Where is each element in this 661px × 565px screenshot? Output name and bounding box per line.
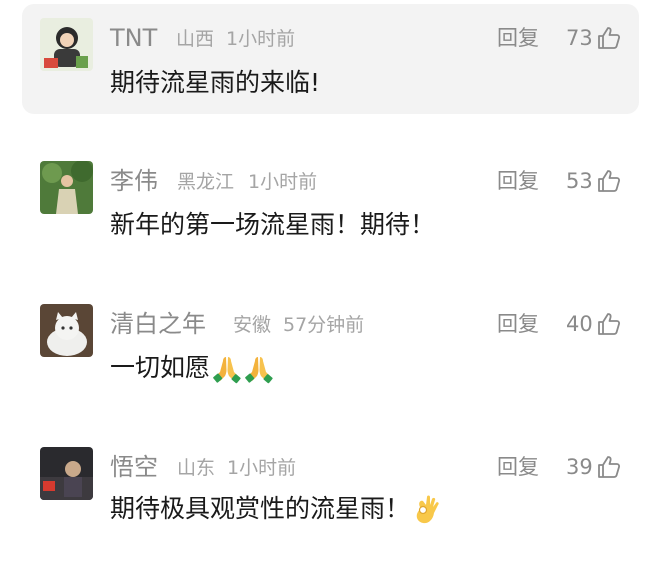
- comment-text-content: 期待极具观赏性的流星雨！: [110, 494, 411, 523]
- comment-location: 山东: [177, 457, 216, 479]
- thumbs-up-icon[interactable]: [596, 25, 622, 51]
- avatar[interactable]: [40, 447, 93, 500]
- avatar[interactable]: [40, 304, 93, 357]
- comment-time: 1小时前: [226, 28, 296, 50]
- comment-text-content: 一切如愿: [110, 353, 211, 382]
- comment-text: 一切如愿: [110, 352, 274, 384]
- comment-location: 山西: [176, 28, 215, 50]
- comment-location: 黑龙江: [177, 171, 235, 193]
- praying-hands-icon: [245, 357, 273, 384]
- praying-hands-icon: [213, 357, 241, 384]
- commenter-name[interactable]: 李伟: [110, 167, 158, 195]
- commenter-name[interactable]: 清白之年: [110, 310, 206, 338]
- comment-item[interactable]: TNT 山西 1小时前 回复 73 期待流星雨的来临!: [0, 0, 661, 130]
- ok-hand-icon: [416, 495, 439, 524]
- comment-location: 安徽: [233, 314, 272, 336]
- comment-item[interactable]: 李伟 黑龙江 1小时前 回复 53 新年的第一场流星雨！期待！: [0, 143, 661, 273]
- reply-button[interactable]: 回复: [497, 167, 539, 195]
- comment-time: 57分钟前: [283, 314, 365, 336]
- comment-text: 新年的第一场流星雨！期待！: [110, 210, 436, 239]
- comment-time: 1小时前: [227, 457, 297, 479]
- thumbs-up-icon[interactable]: [596, 454, 622, 480]
- avatar[interactable]: [40, 18, 93, 71]
- avatar[interactable]: [40, 161, 93, 214]
- comment-item[interactable]: 悟空 山东 1小时前 回复 39 期待极具观赏性的流星雨！: [0, 429, 661, 559]
- reply-button[interactable]: 回复: [497, 24, 539, 52]
- thumbs-up-icon[interactable]: [596, 168, 622, 194]
- commenter-name[interactable]: 悟空: [110, 453, 158, 481]
- comment-text: 期待流星雨的来临!: [110, 68, 321, 97]
- comment-item[interactable]: 清白之年 安徽 57分钟前 回复 40 一切如愿: [0, 286, 661, 416]
- reply-button[interactable]: 回复: [497, 453, 539, 481]
- reply-button[interactable]: 回复: [497, 310, 539, 338]
- comment-time: 1小时前: [248, 171, 318, 193]
- comment-text: 期待极具观赏性的流星雨！: [110, 493, 444, 527]
- like-count: 39: [566, 455, 593, 479]
- thumbs-up-icon[interactable]: [596, 311, 622, 337]
- like-count: 40: [566, 312, 593, 336]
- like-count: 73: [566, 26, 593, 50]
- like-count: 53: [566, 169, 593, 193]
- commenter-name[interactable]: TNT: [110, 24, 157, 52]
